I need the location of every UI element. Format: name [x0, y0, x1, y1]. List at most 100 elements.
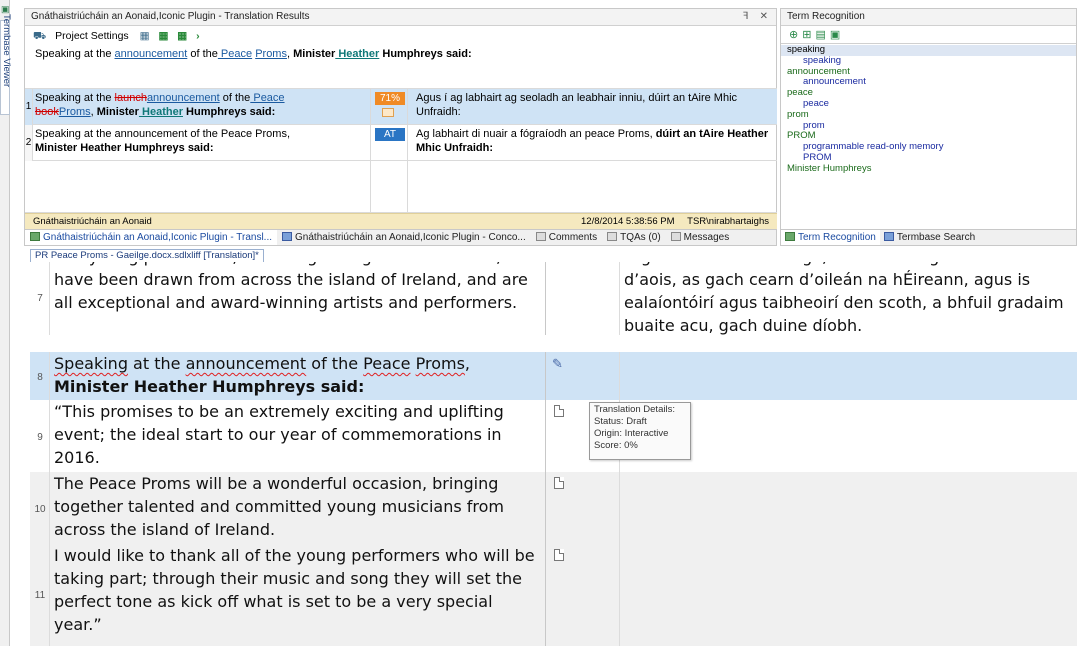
term-recognition-titlebar: Term Recognition — [781, 9, 1076, 26]
tab-comments[interactable]: Comments — [531, 230, 602, 245]
source-bold: Humphreys said: — [379, 48, 472, 60]
source-bold: Minister — [293, 48, 336, 60]
result-row[interactable]: 2 Speaking at the announcement of the Pe… — [25, 125, 777, 161]
segment-source[interactable]: Speaking at the announcement of the Peac… — [54, 352, 542, 398]
segment-row[interactable]: 9 “This promises to be an extremely exci… — [30, 400, 1077, 472]
inserted-text: Proms — [58, 106, 91, 118]
tab-termbase-search[interactable]: Termbase Search — [880, 230, 979, 245]
result-target-text: Ag labhairt di nuair a fógraíodh an peac… — [416, 128, 656, 140]
document-tab[interactable]: PR Peace Proms - Gaeilge.docx.sdlxliff [… — [30, 249, 264, 262]
tab-concordance[interactable]: Gnáthaistriúcháin an Aonaid,Iconic Plugi… — [277, 230, 531, 245]
segment-status: ✎ — [545, 352, 620, 400]
term-recognition-icon — [785, 232, 795, 241]
editor-grid: 7 The young performers, who range in age… — [30, 262, 1077, 646]
termbase-icon[interactable]: ▣ — [1, 4, 10, 14]
term-translation[interactable]: peace — [781, 98, 1076, 110]
list-icon[interactable]: ▤ — [815, 29, 829, 41]
term-translation[interactable]: prom — [781, 120, 1076, 132]
project-settings-icon: ⛟ — [33, 30, 47, 42]
termbase-icon[interactable]: ▣ — [830, 29, 844, 41]
tab-label: Comments — [548, 232, 598, 243]
tab-label: Gnáthaistriúcháin an Aonaid,Iconic Plugi… — [295, 232, 526, 243]
segment-number-label: 9 — [37, 432, 43, 443]
tab-tqas[interactable]: TQAs (0) — [602, 230, 666, 245]
deleted-text: book — [35, 106, 59, 118]
tab-translation-results[interactable]: Gnáthaistriúcháin an Aonaid,Iconic Plugi… — [25, 230, 278, 245]
tab-messages[interactable]: Messages — [666, 230, 735, 245]
chevron-right-icon[interactable]: › — [196, 26, 200, 46]
term-translation[interactable]: speaking — [781, 55, 1076, 67]
tab-label: Term Recognition — [798, 232, 876, 243]
project-settings-button[interactable]: Project Settings — [55, 30, 129, 42]
segment-source[interactable]: I would like to thank all of the young p… — [54, 544, 542, 636]
status-user: TSR\nirabhartaighs — [687, 216, 769, 227]
tqa-icon — [607, 232, 618, 241]
translation-results-titlebar: Gnáthaistriúcháin an Aonaid,Iconic Plugi… — [25, 9, 776, 26]
termbase-viewer-label: Termbase Viewer — [1, 14, 12, 88]
close-icon[interactable]: ✕ — [760, 11, 768, 22]
tab-label: Gnáthaistriúcháin an Aonaid,Iconic Plugi… — [43, 232, 273, 243]
result-source-text: of the — [219, 92, 251, 104]
translation-results-table: 1 Speaking at the launchannouncement of … — [25, 88, 777, 213]
termbase-search-icon — [883, 232, 894, 241]
source-term: Proms — [255, 48, 287, 60]
term-entry[interactable]: Minister Humphreys — [781, 163, 1076, 175]
tab-label: Termbase Search — [896, 232, 976, 243]
translation-results-panel: Gnáthaistriúcháin an Aonaid,Iconic Plugi… — [24, 8, 777, 230]
result-row[interactable]: 1 Speaking at the launchannouncement of … — [25, 89, 777, 125]
document-icon — [554, 405, 564, 417]
segment-status — [545, 544, 620, 646]
comments-icon — [535, 232, 546, 241]
segment-target[interactable]: Tagann na taibheoirí óga, atá idir 10 ag… — [624, 262, 1074, 337]
column-view-icon[interactable]: ▦ — [140, 26, 150, 46]
tooltip-score: Score: 0% — [594, 440, 638, 451]
inserted-text: announcement — [146, 92, 220, 104]
messages-icon — [670, 232, 681, 241]
result-target: Agus í ag labhairt ag seoladh an leabhai… — [416, 92, 738, 118]
segment-row[interactable]: 11 I would like to thank all of the youn… — [30, 544, 1077, 646]
source-text: at the — [127, 354, 186, 373]
pin-icon[interactable]: ꟻ — [743, 11, 749, 22]
term-entry[interactable]: prom — [781, 109, 1076, 121]
source-text: Speaking at the — [35, 48, 115, 60]
inserted-text: Peace — [250, 92, 285, 104]
segment-number: 7 — [30, 262, 50, 335]
result-source-text: Speaking at the — [35, 92, 115, 104]
search-icon[interactable]: ⊕ — [789, 29, 802, 41]
column-view-green-icon-2[interactable]: ▦ — [177, 26, 187, 46]
term-list: speaking speaking announcement announcement… — [781, 45, 1076, 219]
term-translation[interactable]: announcement — [781, 77, 1076, 88]
tab-term-recognition[interactable]: Term Recognition — [781, 230, 880, 245]
segment-number: 11 — [30, 544, 50, 646]
concordance-icon — [282, 232, 293, 241]
translation-results-icon — [30, 232, 40, 241]
source-text: of the — [306, 354, 364, 373]
active-source-segment: Speaking at the announcement of the Peac… — [25, 46, 776, 68]
translation-details-tooltip: Translation Details: Status: Draft Origi… — [589, 402, 691, 460]
segment-row[interactable]: 10 The Peace Proms will be a wonderful o… — [30, 472, 1077, 544]
column-view-green-icon[interactable]: ▦ — [158, 26, 168, 46]
segment-source[interactable]: The Peace Proms will be a wonderful occa… — [54, 472, 542, 541]
tooltip-title: Translation Details: — [594, 404, 675, 415]
segment-source[interactable]: The young performers, who range in age f… — [54, 262, 542, 314]
translation-results-statusbar: Gnáthaistriúcháin an Aonaid 12/8/2014 5:… — [25, 213, 777, 229]
pencil-icon: ✎ — [552, 356, 563, 371]
segment-row-active[interactable]: 8 Speaking at the announcement of the Pe… — [30, 352, 1077, 400]
result-source-bold: Minister — [96, 106, 139, 118]
segment-status — [545, 472, 620, 544]
match-info: 71% — [370, 89, 408, 125]
spellcheck-word: announcement — [185, 354, 307, 373]
view-icon[interactable]: ⊞ — [802, 29, 815, 41]
status-provider: Gnáthaistriúcháin an Aonaid — [33, 216, 152, 227]
term-recognition-toolbar: ⊕⊞▤▣ — [781, 26, 1076, 44]
result-source-text: Speaking at the announcement of the Peac… — [35, 128, 290, 140]
result-source: Speaking at the announcement of the Peac… — [35, 127, 361, 155]
result-number: 1 — [25, 89, 33, 125]
termbase-viewer-strip: ▣ Termbase Viewer — [0, 0, 12, 646]
segment-row[interactable]: 7 The young performers, who range in age… — [30, 262, 1077, 335]
segment-source[interactable]: “This promises to be an extremely exciti… — [54, 400, 542, 469]
result-row-empty — [25, 161, 777, 213]
spellcheck-word: Speaking — [54, 354, 128, 373]
term-recognition-title: Term Recognition — [787, 11, 865, 22]
segment-number: 10 — [30, 472, 50, 544]
